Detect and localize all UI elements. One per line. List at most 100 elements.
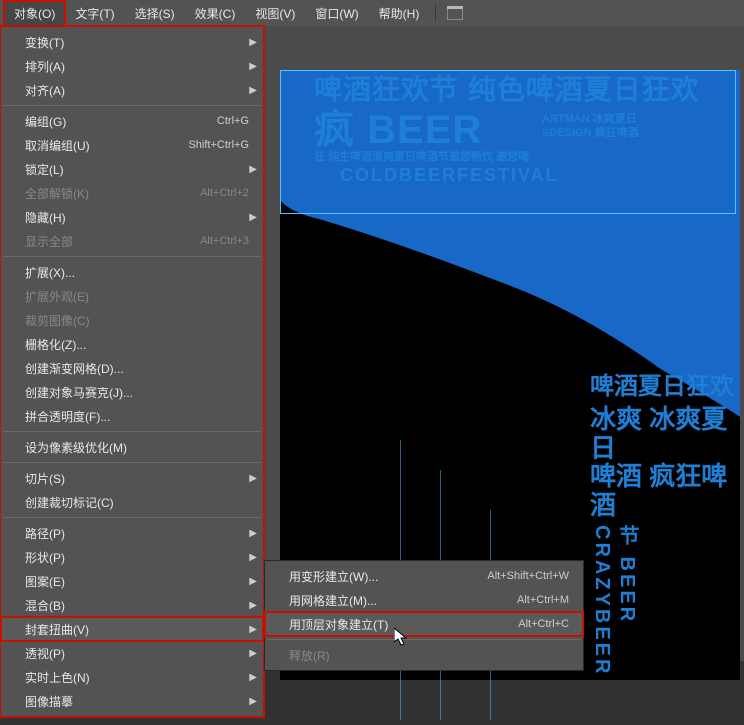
menu-item[interactable]: 形状(P)▶ bbox=[1, 545, 263, 569]
menu-item: 显示全部Alt+Ctrl+3 bbox=[1, 229, 263, 253]
menu-item-label: 锁定(L) bbox=[25, 161, 249, 178]
menu-item: 裁剪图像(C) bbox=[1, 308, 263, 332]
submenu-arrow-icon: ▶ bbox=[249, 212, 257, 223]
menu-separator bbox=[267, 639, 581, 640]
submenu-item[interactable]: 用网格建立(M)...Alt+Ctrl+M bbox=[265, 588, 583, 612]
menu-item[interactable]: 栅格化(Z)... bbox=[1, 332, 263, 356]
menu-item-label: 隐藏(H) bbox=[25, 209, 249, 226]
menubar: 对象(O) 文字(T) 选择(S) 效果(C) 视图(V) 窗口(W) 帮助(H… bbox=[0, 0, 744, 26]
menu-item-label: 创建对象马赛克(J)... bbox=[25, 384, 249, 401]
menu-object[interactable]: 对象(O) bbox=[4, 1, 65, 26]
menu-item[interactable]: 拼合透明度(F)... bbox=[1, 404, 263, 428]
submenu-arrow-icon: ▶ bbox=[249, 624, 257, 635]
menu-item-label: 设为像素级优化(M) bbox=[25, 439, 249, 456]
mouse-cursor-icon bbox=[394, 628, 410, 648]
menu-item-label: 形状(P) bbox=[25, 549, 249, 566]
menu-window[interactable]: 窗口(W) bbox=[305, 1, 368, 26]
submenu-item[interactable]: 用顶层对象建立(T)Alt+Ctrl+C bbox=[265, 612, 583, 636]
submenu-arrow-icon: ▶ bbox=[249, 473, 257, 484]
menu-item[interactable]: 编组(G)Ctrl+G bbox=[1, 109, 263, 133]
submenu-item: 释放(R) bbox=[265, 643, 583, 667]
menu-item-shortcut: Shift+Ctrl+G bbox=[188, 139, 249, 151]
menu-item[interactable]: 实时上色(N)▶ bbox=[1, 665, 263, 689]
menu-item[interactable]: 切片(S)▶ bbox=[1, 466, 263, 490]
submenu-arrow-icon: ▶ bbox=[249, 696, 257, 707]
menu-item-label: 编组(G) bbox=[25, 113, 217, 130]
menu-item-label: 图案(E) bbox=[25, 573, 249, 590]
submenu-arrow-icon: ▶ bbox=[249, 576, 257, 587]
submenu-arrow-icon: ▶ bbox=[249, 164, 257, 175]
submenu-arrow-icon: ▶ bbox=[249, 37, 257, 48]
menu-separator bbox=[3, 105, 261, 106]
submenu-item-shortcut: Alt+Ctrl+M bbox=[517, 594, 569, 606]
menu-item: 扩展外观(E) bbox=[1, 284, 263, 308]
menu-item-label: 栅格化(Z)... bbox=[25, 336, 249, 353]
menu-item[interactable]: 扩展(X)... bbox=[1, 260, 263, 284]
arrange-documents-icon[interactable] bbox=[442, 3, 468, 23]
menu-item-label: 实时上色(N) bbox=[25, 669, 249, 686]
selection-bbox bbox=[280, 70, 736, 214]
menu-item-shortcut: Alt+Ctrl+3 bbox=[200, 235, 249, 247]
submenu-arrow-icon: ▶ bbox=[249, 61, 257, 72]
separator bbox=[435, 4, 436, 22]
menu-item[interactable]: 透视(P)▶ bbox=[1, 641, 263, 665]
submenu-arrow-icon: ▶ bbox=[249, 85, 257, 96]
menu-item-label: 取消编组(U) bbox=[25, 137, 188, 154]
submenu-item-shortcut: Alt+Shift+Ctrl+W bbox=[487, 570, 569, 582]
submenu-item-shortcut: Alt+Ctrl+C bbox=[518, 618, 569, 630]
menu-help[interactable]: 帮助(H) bbox=[369, 1, 430, 26]
menu-item[interactable]: 对齐(A)▶ bbox=[1, 78, 263, 102]
menu-item-label: 混合(B) bbox=[25, 597, 249, 614]
menu-item[interactable]: 锁定(L)▶ bbox=[1, 157, 263, 181]
menu-item[interactable]: 隐藏(H)▶ bbox=[1, 205, 263, 229]
menu-item-label: 对齐(A) bbox=[25, 82, 249, 99]
envelope-distort-submenu: 用变形建立(W)...Alt+Shift+Ctrl+W用网格建立(M)...Al… bbox=[264, 560, 584, 671]
menu-item[interactable]: 创建对象马赛克(J)... bbox=[1, 380, 263, 404]
menu-item-label: 排列(A) bbox=[25, 58, 249, 75]
menu-separator bbox=[3, 462, 261, 463]
menu-item-label: 拼合透明度(F)... bbox=[25, 408, 249, 425]
menu-separator bbox=[3, 431, 261, 432]
menu-item-label: 显示全部 bbox=[25, 233, 200, 250]
menu-separator bbox=[3, 256, 261, 257]
menu-item[interactable]: 混合(B)▶ bbox=[1, 593, 263, 617]
menu-item-label: 扩展(X)... bbox=[25, 264, 249, 281]
menu-item: 全部解锁(K)Alt+Ctrl+2 bbox=[1, 181, 263, 205]
menu-item[interactable]: 路径(P)▶ bbox=[1, 521, 263, 545]
menu-item-shortcut: Ctrl+G bbox=[217, 115, 249, 127]
menu-item-label: 封套扭曲(V) bbox=[25, 621, 249, 638]
menu-item-label: 透视(P) bbox=[25, 645, 249, 662]
submenu-arrow-icon: ▶ bbox=[249, 552, 257, 563]
menu-item[interactable]: 设为像素级优化(M) bbox=[1, 435, 263, 459]
menu-effect[interactable]: 效果(C) bbox=[185, 1, 246, 26]
submenu-arrow-icon: ▶ bbox=[249, 672, 257, 683]
menu-item[interactable]: 图像描摹▶ bbox=[1, 689, 263, 713]
submenu-item-label: 用网格建立(M)... bbox=[289, 592, 517, 609]
menu-view[interactable]: 视图(V) bbox=[245, 1, 305, 26]
menu-separator bbox=[3, 517, 261, 518]
menu-item[interactable]: 变换(T)▶ bbox=[1, 30, 263, 54]
menu-item[interactable]: 取消编组(U)Shift+Ctrl+G bbox=[1, 133, 263, 157]
menu-type[interactable]: 文字(T) bbox=[65, 1, 124, 26]
menu-item[interactable]: 排列(A)▶ bbox=[1, 54, 263, 78]
menu-item-label: 变换(T) bbox=[25, 34, 249, 51]
submenu-arrow-icon: ▶ bbox=[249, 528, 257, 539]
menu-item[interactable]: 封套扭曲(V)▶ bbox=[1, 617, 263, 641]
menu-item-label: 图像描摹 bbox=[25, 693, 249, 710]
menu-item-label: 扩展外观(E) bbox=[25, 288, 249, 305]
menu-item[interactable]: 图案(E)▶ bbox=[1, 569, 263, 593]
menu-item-label: 裁剪图像(C) bbox=[25, 312, 249, 329]
menu-select[interactable]: 选择(S) bbox=[125, 1, 185, 26]
menu-item-label: 创建裁切标记(C) bbox=[25, 494, 249, 511]
menu-item-label: 路径(P) bbox=[25, 525, 249, 542]
art-text-side-block: 啤酒夏日狂欢 冰爽 冰爽夏日 啤酒 疯狂啤酒 节 BEER CRAZYBEER bbox=[590, 366, 740, 725]
menu-item-shortcut: Alt+Ctrl+2 bbox=[200, 187, 249, 199]
submenu-arrow-icon: ▶ bbox=[249, 600, 257, 611]
menu-item[interactable]: 创建裁切标记(C) bbox=[1, 490, 263, 514]
menu-item-label: 全部解锁(K) bbox=[25, 185, 200, 202]
submenu-item[interactable]: 用变形建立(W)...Alt+Shift+Ctrl+W bbox=[265, 564, 583, 588]
menu-item[interactable]: 创建渐变网格(D)... bbox=[1, 356, 263, 380]
submenu-item-label: 用变形建立(W)... bbox=[289, 568, 487, 585]
menu-item-label: 创建渐变网格(D)... bbox=[25, 360, 249, 377]
menu-item-label: 切片(S) bbox=[25, 470, 249, 487]
